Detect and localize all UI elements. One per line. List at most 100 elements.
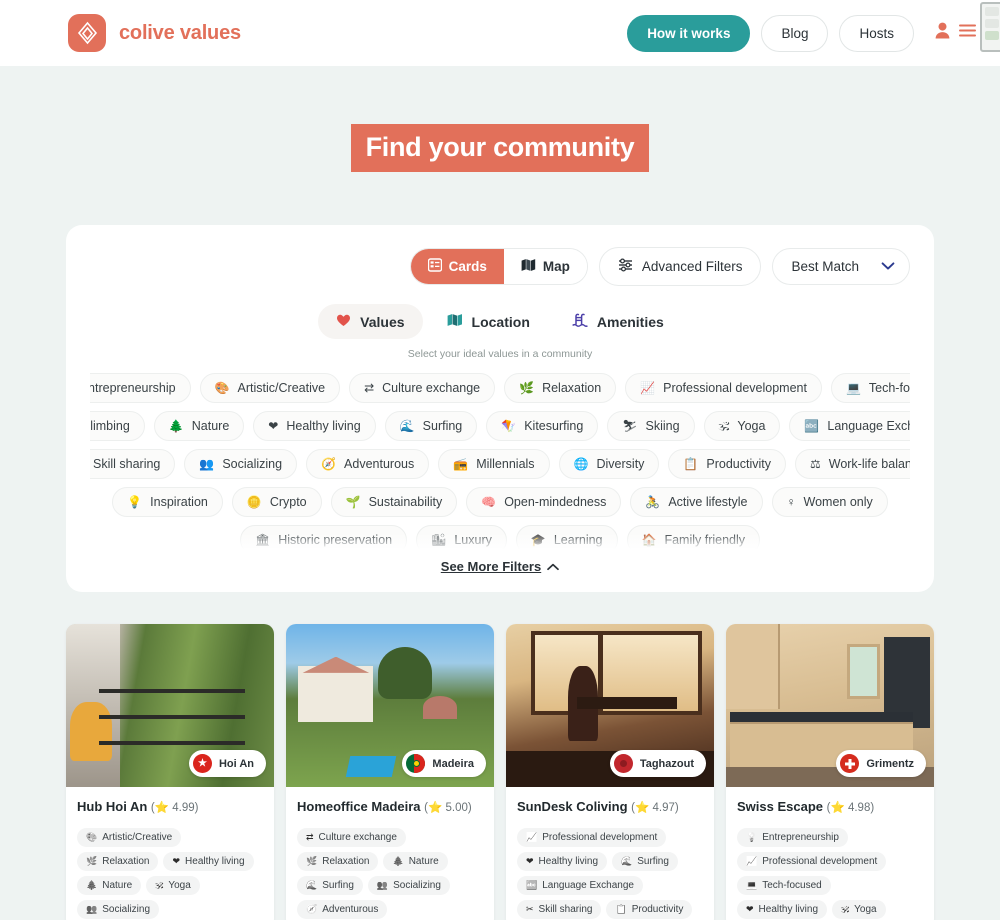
listing-tag-label: Relaxation bbox=[102, 856, 150, 867]
listing-tag-label: Professional development bbox=[762, 856, 878, 867]
filter-chip[interactable]: 🎨 Artistic/Creative bbox=[199, 373, 341, 403]
filter-chip[interactable]: 📋 Productivity bbox=[668, 449, 786, 479]
filter-chip-row: 💡 Inspiration 🪙 Crypto 🌱 Sustainability 🧠 Open-… bbox=[90, 487, 910, 517]
filter-chip[interactable]: 🏔Climbing bbox=[90, 411, 145, 441]
filter-chip[interactable]: 💡Entrepreneurship bbox=[90, 373, 191, 403]
filter-chip[interactable]: ✂Skill sharing bbox=[90, 449, 176, 479]
filter-chip[interactable]: 🏠 Family friendly bbox=[626, 525, 761, 555]
filter-chip[interactable]: 💡 Inspiration bbox=[112, 487, 223, 517]
listing-tag-list: 💡 Entrepreneurship 📈 Professional developme… bbox=[737, 828, 923, 919]
filter-chip[interactable]: 🏙 Luxury bbox=[416, 525, 507, 555]
listing-tag[interactable]: 🌿 Relaxation bbox=[297, 852, 379, 871]
filter-chip[interactable]: 🌐 Diversity bbox=[558, 449, 660, 479]
filter-chip[interactable]: 💻 Tech-focused bbox=[830, 373, 910, 403]
filter-chip-icon: ⛷ bbox=[622, 419, 638, 433]
blog-button[interactable]: Blog bbox=[761, 14, 829, 52]
filter-chip[interactable]: 🪁 Kitesurfing bbox=[486, 411, 599, 441]
filter-chip-icon: 🧭 bbox=[321, 457, 337, 471]
filter-chip[interactable]: 🌲 Nature bbox=[153, 411, 245, 441]
listing-card[interactable]: Madeira Homeoffice Madeira (⭐ 5.00) ⇄ Cultu… bbox=[286, 624, 494, 920]
listing-tag[interactable]: 🧭 Adventurous bbox=[297, 900, 388, 919]
tab-location-label: Location bbox=[471, 313, 530, 330]
listing-photo[interactable]: Grimentz bbox=[726, 624, 934, 787]
filter-chip[interactable]: 🔤 Language Exchange bbox=[789, 411, 910, 441]
brand-logo[interactable]: colive values bbox=[68, 14, 241, 52]
filter-chip-icon: ⇄ bbox=[364, 381, 375, 395]
listing-tag-icon: 📈 bbox=[746, 856, 758, 866]
listing-tag[interactable]: 💡 Entrepreneurship bbox=[737, 828, 848, 847]
listing-card[interactable]: Taghazout SunDesk Coliving (⭐ 4.97) 📈 Profe… bbox=[506, 624, 714, 920]
how-it-works-button[interactable]: How it works bbox=[627, 14, 751, 52]
listing-tag[interactable]: 🌲 Nature bbox=[383, 852, 448, 871]
filter-chip-label: Open-mindedness bbox=[504, 495, 607, 509]
filter-chip[interactable]: 🎓 Learning bbox=[515, 525, 618, 555]
listing-tag-label: Healthy living bbox=[538, 856, 599, 867]
listing-tag[interactable]: ✂ Skill sharing bbox=[517, 900, 602, 919]
filter-chip-row: 🏔Climbing 🌲 Nature ❤ Healthy living 🌊 Surfing 🪁… bbox=[90, 411, 910, 441]
listing-tag[interactable]: 🕉 Yoga bbox=[146, 876, 200, 895]
see-more-row: See More Filters bbox=[90, 558, 910, 576]
hamburger-menu-icon[interactable] bbox=[959, 24, 976, 42]
listing-photo[interactable]: Madeira bbox=[286, 624, 494, 787]
listing-tag[interactable]: 📈 Professional development bbox=[517, 828, 667, 847]
listing-tag[interactable]: 👥 Socializing bbox=[77, 900, 160, 919]
view-toggle-map[interactable]: Map bbox=[503, 249, 587, 284]
listing-tag[interactable]: 🎨 Artistic/Creative bbox=[77, 828, 182, 847]
filter-chip-label: Healthy living bbox=[286, 419, 361, 433]
user-icon[interactable] bbox=[935, 22, 950, 44]
filter-chip-label: Learning bbox=[553, 533, 603, 547]
filter-chip[interactable]: 📈 Professional development bbox=[625, 373, 822, 403]
listing-tag[interactable]: 📋 Productivity bbox=[606, 900, 693, 919]
filter-chip[interactable]: ⛷ Skiing bbox=[607, 411, 695, 441]
filter-chip[interactable]: ♀ Women only bbox=[771, 487, 888, 517]
listing-tag[interactable]: 🕉 Yoga bbox=[832, 900, 886, 919]
advanced-filters-button[interactable]: Advanced Filters bbox=[598, 247, 762, 286]
listing-tag-label: Nature bbox=[102, 880, 133, 891]
listing-photo[interactable]: ★ Hoi An bbox=[66, 624, 274, 787]
filter-chip[interactable]: ❤ Healthy living bbox=[253, 411, 376, 441]
listing-tag[interactable]: 🌊 Surfing bbox=[612, 852, 678, 871]
advanced-filters-label: Advanced Filters bbox=[641, 259, 743, 274]
listing-tag-label: Artistic/Creative bbox=[102, 832, 173, 843]
filter-chip[interactable]: 🧭 Adventurous bbox=[306, 449, 430, 479]
filter-chip[interactable]: 📻 Millennials bbox=[438, 449, 550, 479]
listing-tag[interactable]: 🌲 Nature bbox=[77, 876, 142, 895]
filter-chip[interactable]: 🕉 Yoga bbox=[703, 411, 781, 441]
listing-tag[interactable]: ❤ Healthy living bbox=[163, 852, 254, 871]
listing-tag[interactable]: 🌿 Relaxation bbox=[77, 852, 159, 871]
listing-tag[interactable]: 💻 Tech-focused bbox=[737, 876, 831, 895]
listing-tag[interactable]: 👥 Socializing bbox=[367, 876, 450, 895]
filter-chip[interactable]: ⇄ Culture exchange bbox=[349, 373, 496, 403]
listing-tag[interactable]: ⇄ Culture exchange bbox=[297, 828, 406, 847]
filter-chip[interactable]: 🌿 Relaxation bbox=[504, 373, 617, 403]
listing-tag[interactable]: 🔤 Language Exchange bbox=[517, 876, 643, 895]
sort-dropdown[interactable]: Best Match bbox=[772, 248, 910, 285]
results-card-grid: ★ Hoi An Hub Hoi An (⭐ 4.99) 🎨 Artistic/Crea… bbox=[66, 624, 934, 920]
filter-chip[interactable]: ⚖ Work-life balance bbox=[794, 449, 910, 479]
listing-photo[interactable]: Taghazout bbox=[506, 624, 714, 787]
filter-chip[interactable]: 🏛 Historic preservation bbox=[239, 525, 408, 555]
filter-chip[interactable]: 👥 Socializing bbox=[184, 449, 298, 479]
tab-values[interactable]: Values bbox=[318, 304, 423, 339]
tab-amenities[interactable]: Amenities bbox=[554, 304, 682, 339]
listing-card[interactable]: Grimentz Swiss Escape (⭐ 4.98) 💡 Entreprene… bbox=[726, 624, 934, 920]
tab-location[interactable]: Location bbox=[429, 304, 548, 339]
listing-card[interactable]: ★ Hoi An Hub Hoi An (⭐ 4.99) 🎨 Artistic/Crea… bbox=[66, 624, 274, 920]
filter-chip[interactable]: 🧠 Open-mindedness bbox=[466, 487, 622, 517]
hosts-button[interactable]: Hosts bbox=[839, 14, 914, 52]
listing-body: Hub Hoi An (⭐ 4.99) 🎨 Artistic/Creative 🌿 Re… bbox=[66, 787, 274, 920]
filter-chip-icon: 🎓 bbox=[530, 533, 546, 547]
listing-tag[interactable]: 🌊 Surfing bbox=[297, 876, 363, 895]
filter-chip[interactable]: 🚴 Active lifestyle bbox=[630, 487, 763, 517]
filter-chip[interactable]: 🪙 Crypto bbox=[231, 487, 322, 517]
listing-body: SunDesk Coliving (⭐ 4.97) 📈 Professional d… bbox=[506, 787, 714, 920]
listing-tag[interactable]: 📈 Professional development bbox=[737, 852, 887, 871]
filter-chip-label: Skill sharing bbox=[92, 457, 161, 471]
view-toggle-cards[interactable]: Cards bbox=[410, 249, 504, 284]
listing-tag[interactable]: ❤ Healthy living bbox=[517, 852, 608, 871]
see-more-filters-button[interactable]: See More Filters bbox=[441, 559, 560, 574]
filter-chip[interactable]: 🌱 Sustainability bbox=[330, 487, 458, 517]
filter-chip[interactable]: 🌊 Surfing bbox=[384, 411, 478, 441]
listing-title-text: Hub Hoi An bbox=[77, 799, 148, 814]
listing-tag[interactable]: ❤ Healthy living bbox=[737, 900, 828, 919]
